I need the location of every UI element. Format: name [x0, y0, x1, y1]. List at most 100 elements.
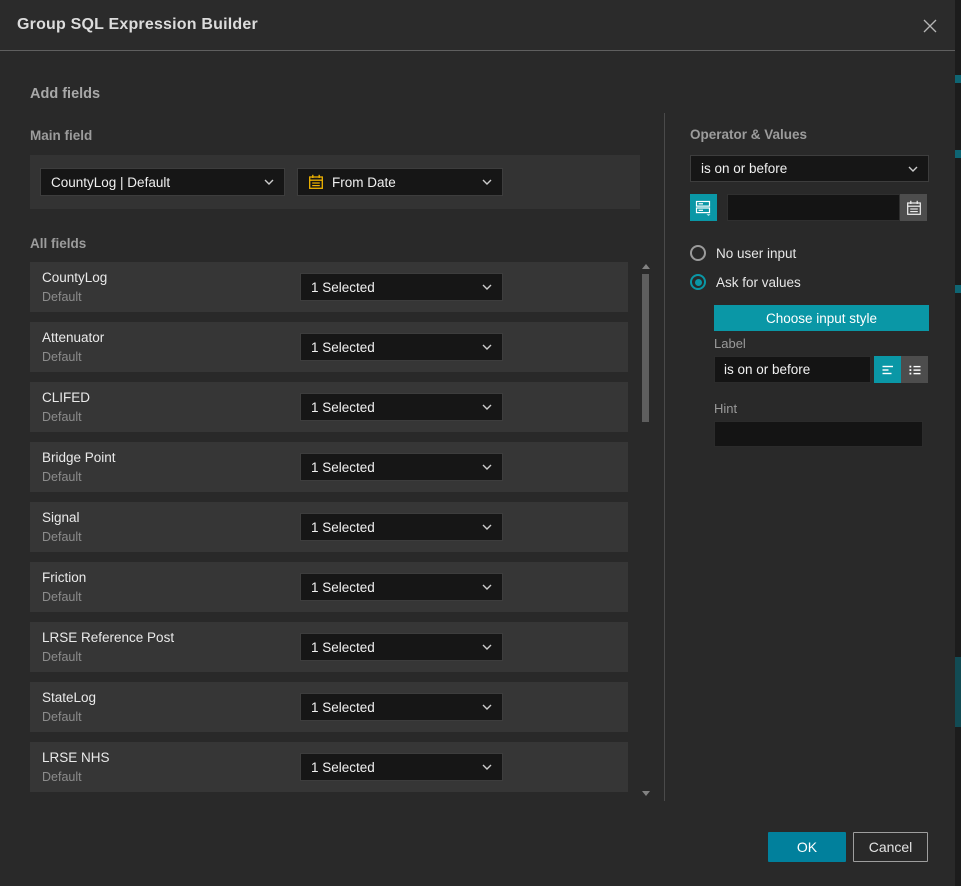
scroll-up-arrow-icon[interactable]: [642, 264, 650, 269]
all-fields-scrollbar[interactable]: [641, 262, 651, 798]
cancel-button[interactable]: Cancel: [853, 832, 928, 862]
main-field-box: CountyLog | Default From Date: [30, 155, 640, 209]
field-values-select[interactable]: 1 Selected: [300, 273, 503, 301]
align-left-text-icon: [880, 362, 896, 378]
operator-select[interactable]: is on or before: [690, 155, 929, 182]
field-row: Friction Default 1 Selected: [30, 562, 628, 612]
all-fields-label: All fields: [30, 236, 86, 251]
bullet-list-icon: [907, 362, 923, 378]
scrollbar-thumb[interactable]: [642, 274, 649, 422]
field-row: CountyLog Default 1 Selected: [30, 262, 628, 312]
label-input[interactable]: [714, 356, 871, 383]
choose-input-style-button[interactable]: Choose input style: [714, 305, 929, 331]
cancel-button-label: Cancel: [869, 839, 913, 855]
hint-field-label: Hint: [714, 401, 737, 416]
value-input[interactable]: [727, 194, 900, 221]
all-fields-list: CountyLog Default 1 Selected Attenuator …: [30, 262, 628, 802]
close-icon: [921, 17, 939, 35]
field-row: StateLog Default 1 Selected: [30, 682, 628, 732]
choose-input-style-label: Choose input style: [766, 311, 877, 326]
hint-input[interactable]: [714, 421, 923, 447]
field-name: Bridge Point: [42, 450, 116, 465]
ok-button[interactable]: OK: [768, 832, 846, 862]
field-values-select[interactable]: 1 Selected: [300, 753, 503, 781]
main-field-select-value: From Date: [332, 175, 474, 190]
scroll-down-arrow-icon[interactable]: [642, 791, 650, 796]
chevron-down-icon: [482, 404, 492, 410]
field-name: LRSE Reference Post: [42, 630, 174, 645]
field-values-select[interactable]: 1 Selected: [300, 333, 503, 361]
main-layer-select[interactable]: CountyLog | Default: [40, 168, 285, 196]
radio-ask-for-values[interactable]: Ask for values: [690, 274, 801, 290]
chevron-down-icon: [482, 179, 492, 185]
dialog-header: Group SQL Expression Builder: [0, 0, 955, 51]
field-values-select[interactable]: 1 Selected: [300, 693, 503, 721]
add-fields-heading: Add fields: [30, 86, 100, 102]
main-layer-select-value: CountyLog | Default: [51, 175, 256, 190]
main-field-label: Main field: [30, 128, 92, 143]
ok-button-label: OK: [797, 839, 817, 855]
radio-ask-for-values-label: Ask for values: [716, 275, 801, 290]
field-values-selected-count: 1 Selected: [311, 400, 474, 415]
operator-values-heading: Operator & Values: [690, 127, 807, 142]
field-values-selected-count: 1 Selected: [311, 340, 474, 355]
calendar-date-icon: [308, 174, 324, 190]
background-app-edge: [955, 0, 961, 886]
field-values-select[interactable]: 1 Selected: [300, 513, 503, 541]
field-row: Attenuator Default 1 Selected: [30, 322, 628, 372]
radio-no-user-input[interactable]: No user input: [690, 245, 796, 261]
field-row: Signal Default 1 Selected: [30, 502, 628, 552]
calendar-icon: [906, 200, 922, 216]
radio-selected-icon: [690, 274, 706, 290]
field-name: Signal: [42, 510, 80, 525]
field-source: Default: [42, 770, 82, 784]
field-row: LRSE NHS Default 1 Selected: [30, 742, 628, 792]
input-style-toggle-group: [874, 356, 928, 383]
label-field-label: Label: [714, 336, 746, 351]
main-field-select[interactable]: From Date: [297, 168, 503, 196]
field-values-selected-count: 1 Selected: [311, 760, 474, 775]
field-values-selected-count: 1 Selected: [311, 520, 474, 535]
field-name: Attenuator: [42, 330, 104, 345]
field-source: Default: [42, 410, 82, 424]
radio-circle-icon: [690, 245, 706, 261]
field-values-select[interactable]: 1 Selected: [300, 633, 503, 661]
chevron-down-icon: [482, 344, 492, 350]
value-list-icon: [695, 199, 712, 216]
field-values-select[interactable]: 1 Selected: [300, 573, 503, 601]
chevron-down-icon: [482, 464, 492, 470]
date-picker-button[interactable]: [900, 194, 927, 221]
field-source: Default: [42, 530, 82, 544]
field-source: Default: [42, 710, 82, 724]
close-button[interactable]: [918, 14, 942, 38]
panel-divider: [664, 113, 665, 801]
field-name: CountyLog: [42, 270, 107, 285]
field-values-select[interactable]: 1 Selected: [300, 453, 503, 481]
group-sql-expression-builder-dialog: Group SQL Expression Builder Add fields …: [0, 0, 955, 886]
chevron-down-icon: [482, 644, 492, 650]
field-source: Default: [42, 350, 82, 364]
field-name: Friction: [42, 570, 86, 585]
operator-select-value: is on or before: [701, 161, 900, 176]
radio-no-user-input-label: No user input: [716, 246, 796, 261]
field-values-select[interactable]: 1 Selected: [300, 393, 503, 421]
chevron-down-icon: [482, 764, 492, 770]
list-input-style-toggle[interactable]: [901, 356, 928, 383]
field-name: CLIFED: [42, 390, 90, 405]
screen: Group SQL Expression Builder Add fields …: [0, 0, 961, 886]
field-row: LRSE Reference Post Default 1 Selected: [30, 622, 628, 672]
field-source: Default: [42, 590, 82, 604]
field-values-selected-count: 1 Selected: [311, 580, 474, 595]
field-row: CLIFED Default 1 Selected: [30, 382, 628, 432]
chevron-down-icon: [482, 524, 492, 530]
dialog-title: Group SQL Expression Builder: [17, 16, 258, 34]
chevron-down-icon: [482, 704, 492, 710]
field-source: Default: [42, 470, 82, 484]
unique-values-toggle-button[interactable]: [690, 194, 717, 221]
field-values-selected-count: 1 Selected: [311, 640, 474, 655]
chevron-down-icon: [482, 284, 492, 290]
field-name: StateLog: [42, 690, 96, 705]
field-values-selected-count: 1 Selected: [311, 700, 474, 715]
field-source: Default: [42, 290, 82, 304]
text-input-style-toggle[interactable]: [874, 356, 901, 383]
